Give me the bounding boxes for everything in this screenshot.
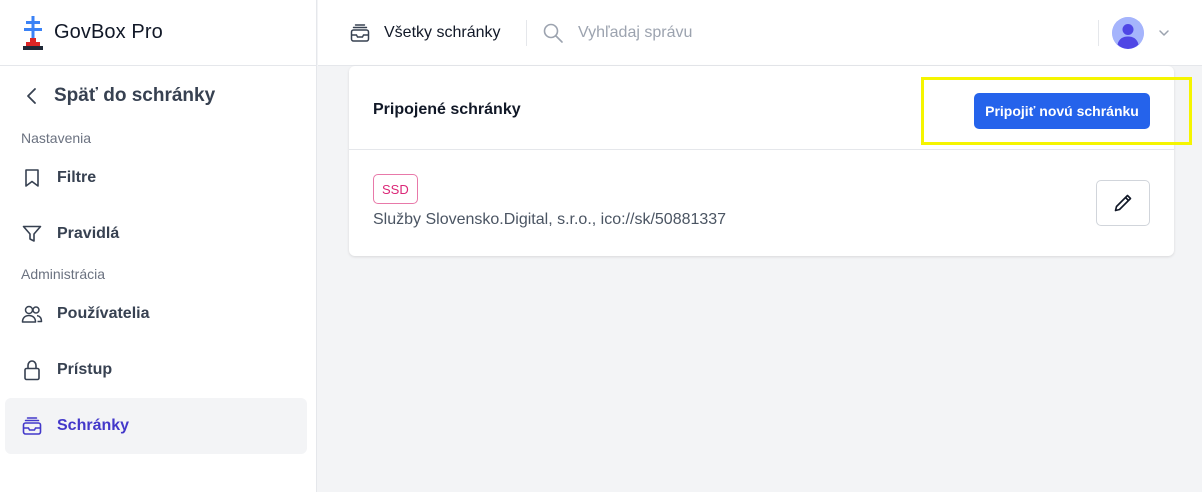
avatar <box>1112 17 1144 49</box>
section-label-settings: Nastavenia <box>21 130 92 146</box>
section-label-administration: Administrácia <box>21 266 106 282</box>
list-item: SSD Služby Slovensko.Digital, s.r.o., ic… <box>349 150 1174 255</box>
top-bar: Všetky schránky <box>318 0 1202 66</box>
app-name: GovBox Pro <box>54 21 163 43</box>
pencil-icon <box>1114 194 1132 212</box>
sidebar-item-filters[interactable]: Filtre <box>5 150 307 206</box>
funnel-icon <box>21 223 43 245</box>
mailbox-selector-label: Všetky schránky <box>384 24 501 41</box>
sidebar-item-access[interactable]: Prístup <box>5 342 307 398</box>
card-header: Pripojené schránky Pripojiť novú schránk… <box>349 66 1174 150</box>
users-icon <box>21 303 43 325</box>
search-box[interactable] <box>542 17 862 49</box>
back-to-inbox-link[interactable]: Späť do schránky <box>0 66 316 126</box>
sidebar-item-rules[interactable]: Pravidlá <box>5 206 307 262</box>
govbox-logo-icon <box>23 15 43 50</box>
mailbox-badge: SSD <box>373 174 418 204</box>
sidebar-item-label: Filtre <box>57 169 97 186</box>
search-input[interactable] <box>578 24 838 42</box>
sidebar-item-label: Pravidlá <box>57 225 120 242</box>
sidebar-item-label: Prístup <box>57 361 113 378</box>
connect-new-mailbox-button[interactable]: Pripojiť novú schránku <box>974 93 1150 129</box>
mailbox-name: Služby Slovensko.Digital, s.r.o., ico://… <box>373 211 727 228</box>
brand-header[interactable]: GovBox Pro <box>0 0 316 66</box>
sidebar-item-users[interactable]: Používatelia <box>5 286 307 342</box>
chevron-down-icon <box>1159 30 1169 36</box>
sidebar: GovBox Pro Späť do schránky Nastavenia F… <box>0 0 317 492</box>
connected-mailboxes-card: Pripojené schránky Pripojiť novú schránk… <box>349 66 1174 256</box>
sidebar-item-mailboxes[interactable]: Schránky <box>5 398 307 454</box>
lock-icon <box>21 359 43 381</box>
user-avatar-icon <box>1112 17 1144 49</box>
inbox-stack-icon <box>21 415 43 437</box>
inbox-stack-icon <box>350 24 370 42</box>
search-icon <box>543 23 563 43</box>
chevron-left-icon <box>27 88 36 104</box>
user-menu[interactable] <box>1112 15 1170 51</box>
divider <box>526 20 527 46</box>
bookmark-icon <box>21 167 43 189</box>
sidebar-item-label: Používatelia <box>57 305 150 322</box>
card-title: Pripojené schránky <box>373 101 521 118</box>
divider <box>1098 20 1099 46</box>
back-link-label: Späť do schránky <box>54 85 216 106</box>
edit-mailbox-button[interactable] <box>1096 180 1150 226</box>
sidebar-item-label: Schránky <box>57 417 130 434</box>
mailbox-selector[interactable]: Všetky schránky <box>350 17 500 49</box>
